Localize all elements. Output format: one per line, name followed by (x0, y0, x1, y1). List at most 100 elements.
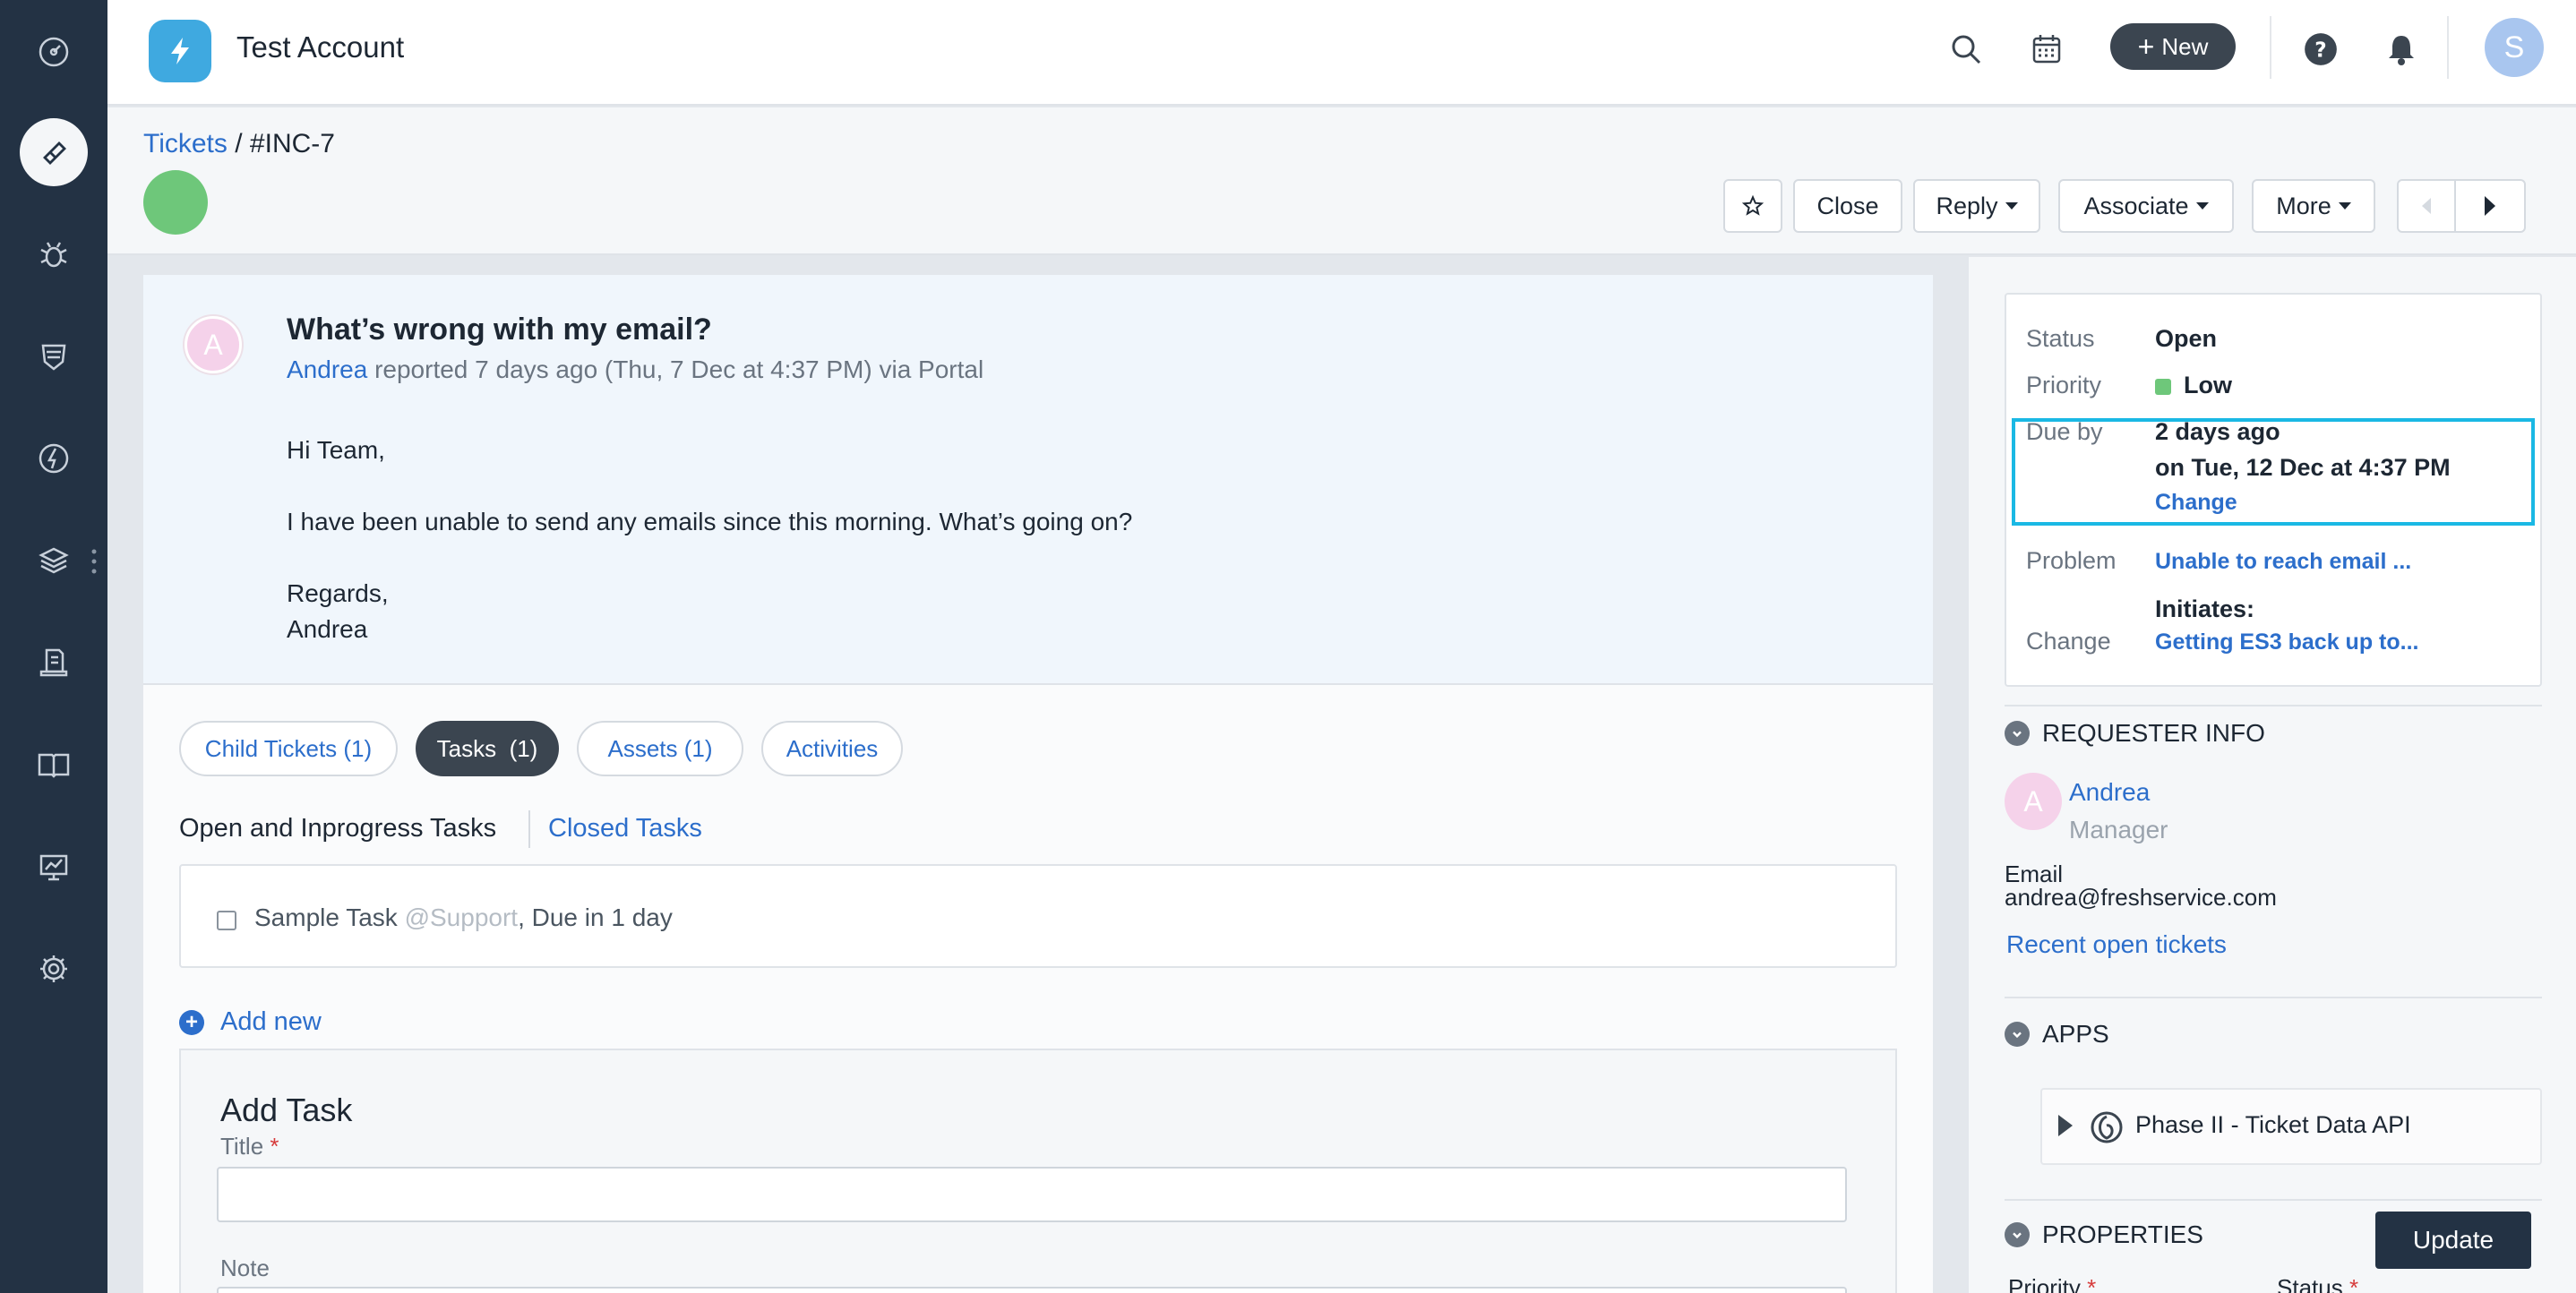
new-button-label: New (2161, 32, 2209, 60)
requester-avatar: A (2005, 773, 2062, 830)
more-vertical-icon[interactable] (90, 548, 99, 575)
add-new-task-button[interactable]: + Add new (179, 1007, 322, 1037)
section-divider (2005, 705, 2542, 706)
ticket-status-card: Status Open Priority Low Due by 2 days a… (2005, 293, 2542, 687)
dashboard-icon[interactable] (20, 18, 88, 86)
problem-link[interactable]: Unable to reach email ... (2155, 549, 2411, 575)
shield-icon[interactable] (20, 322, 88, 390)
reply-button[interactable]: Reply (1913, 179, 2040, 233)
task-title: Sample Task (254, 903, 398, 931)
breadcrumb-current: #INC-7 (249, 129, 335, 158)
ticket-description: A What’s wrong with my email? Andrea rep… (143, 275, 1933, 685)
calendar-icon[interactable] (2024, 27, 2069, 72)
tab-child-tickets[interactable]: Child Tickets (1) (179, 721, 398, 776)
note-label: Note (220, 1254, 270, 1281)
change-link[interactable]: Getting ES3 back up to... (2155, 629, 2418, 655)
bell-icon[interactable] (2379, 27, 2424, 72)
section-divider (2005, 1199, 2542, 1201)
ticket-body-line: Regards, (287, 579, 389, 607)
freshservice-logo[interactable] (149, 20, 211, 82)
change-icon[interactable] (20, 424, 88, 492)
search-icon[interactable] (1944, 27, 1988, 72)
tab-assets[interactable]: Assets (1) (577, 721, 743, 776)
app-name: Phase II - Ticket Data API (2135, 1111, 2411, 1138)
gear-icon[interactable] (20, 935, 88, 1003)
change-label: Change (2026, 628, 2111, 655)
properties-heading: PROPERTIES (2042, 1220, 2203, 1248)
caret-down-icon (2005, 202, 2018, 210)
initiates-label: Initiates: (2155, 595, 2255, 622)
requester-link[interactable]: Andrea (287, 355, 367, 383)
next-ticket-button[interactable] (2454, 179, 2526, 233)
caret-down-icon (2338, 202, 2351, 210)
header-divider (2447, 16, 2449, 79)
ticket-meta-text: reported 7 days ago (Thu, 7 Dec at 4:37 … (367, 355, 984, 383)
account-name[interactable]: Test Account (236, 30, 404, 64)
task-note-input[interactable] (217, 1287, 1847, 1293)
contracts-icon[interactable] (20, 629, 88, 697)
requester-info-header[interactable]: REQUESTER INFO (2005, 719, 2265, 748)
ticket-toolbar: Tickets / #INC-7 Close Reply Associate M… (107, 107, 2576, 255)
apps-heading: APPS (2042, 1020, 2109, 1048)
ticket-subject: What’s wrong with my email? (287, 313, 712, 347)
problem-label: Problem (2026, 547, 2117, 574)
priority-label: Priority (2026, 372, 2102, 398)
add-task-heading: Add Task (220, 1092, 353, 1128)
more-button-label: More (2276, 192, 2331, 219)
more-button[interactable]: More (2252, 179, 2375, 233)
ticket-body-line: Andrea (287, 615, 368, 643)
close-button-label: Close (1816, 192, 1879, 219)
ticket-meta: Andrea reported 7 days ago (Thu, 7 Dec a… (287, 355, 983, 384)
svg-text:?: ? (2314, 39, 2326, 62)
task-title-input[interactable] (217, 1167, 1847, 1222)
properties-status-label: Status * (2277, 1274, 2359, 1293)
new-button[interactable]: + New (2110, 23, 2236, 70)
requester-info-heading: REQUESTER INFO (2042, 719, 2265, 747)
section-divider (2005, 997, 2542, 998)
assets-icon[interactable] (20, 527, 88, 595)
bug-icon[interactable] (20, 220, 88, 288)
close-button[interactable]: Close (1793, 179, 1902, 233)
task-checkbox[interactable] (217, 911, 236, 930)
requester-name-link[interactable]: Andrea (2069, 778, 2150, 807)
top-header: Test Account + New ? S (107, 0, 2576, 106)
reports-icon[interactable] (20, 833, 88, 901)
ticket-main: A What’s wrong with my email? Andrea rep… (143, 275, 1933, 1293)
tab-open-tasks[interactable]: Open and Inprogress Tasks (179, 814, 496, 843)
app-item[interactable]: Phase II - Ticket Data API (2040, 1088, 2542, 1165)
star-button[interactable] (1723, 179, 1782, 233)
title-label: Title * (220, 1133, 279, 1160)
tab-closed-tasks[interactable]: Closed Tasks (548, 814, 702, 843)
caret-left-icon (2422, 198, 2431, 214)
plus-circle-icon: + (179, 1009, 204, 1035)
due-by-change-link[interactable]: Change (2155, 490, 2237, 516)
recent-open-tickets-link[interactable]: Recent open tickets (2006, 930, 2227, 959)
help-icon[interactable]: ? (2298, 27, 2343, 72)
user-avatar[interactable]: S (2485, 18, 2544, 77)
chevron-down-icon (2005, 1222, 2030, 1247)
status-value: Open (2155, 325, 2218, 352)
ticket-sidebar: Status Open Priority Low Due by 2 days a… (1969, 257, 2576, 1293)
list-item[interactable]: Sample Task @Support, Due in 1 day (254, 903, 673, 932)
plus-icon: + (2137, 30, 2155, 63)
task-list: Sample Task @Support, Due in 1 day (179, 864, 1897, 968)
requester-email: andrea@freshservice.com (2005, 884, 2277, 911)
status-label: Status (2026, 325, 2095, 352)
breadcrumb: Tickets / #INC-7 (143, 129, 335, 159)
previous-ticket-button[interactable] (2397, 179, 2456, 233)
book-icon[interactable] (20, 731, 88, 799)
update-button[interactable]: Update (2375, 1212, 2531, 1269)
ticket-body-line: I have been unable to send any emails si… (287, 508, 1133, 535)
tab-tasks[interactable]: Tasks (1) (416, 721, 559, 776)
associate-button[interactable]: Associate (2058, 179, 2234, 233)
tab-activities[interactable]: Activities (761, 721, 903, 776)
apps-header[interactable]: APPS (2005, 1020, 2109, 1049)
reply-button-label: Reply (1936, 192, 1998, 219)
ticket-body-line: Hi Team, (287, 436, 385, 464)
tickets-icon[interactable] (20, 118, 88, 186)
breadcrumb-tickets-link[interactable]: Tickets (143, 129, 228, 158)
properties-header[interactable]: PROPERTIES (2005, 1220, 2203, 1249)
header-divider (2270, 16, 2271, 79)
task-assignee: @Support (397, 903, 519, 931)
add-new-label: Add new (220, 1007, 322, 1036)
